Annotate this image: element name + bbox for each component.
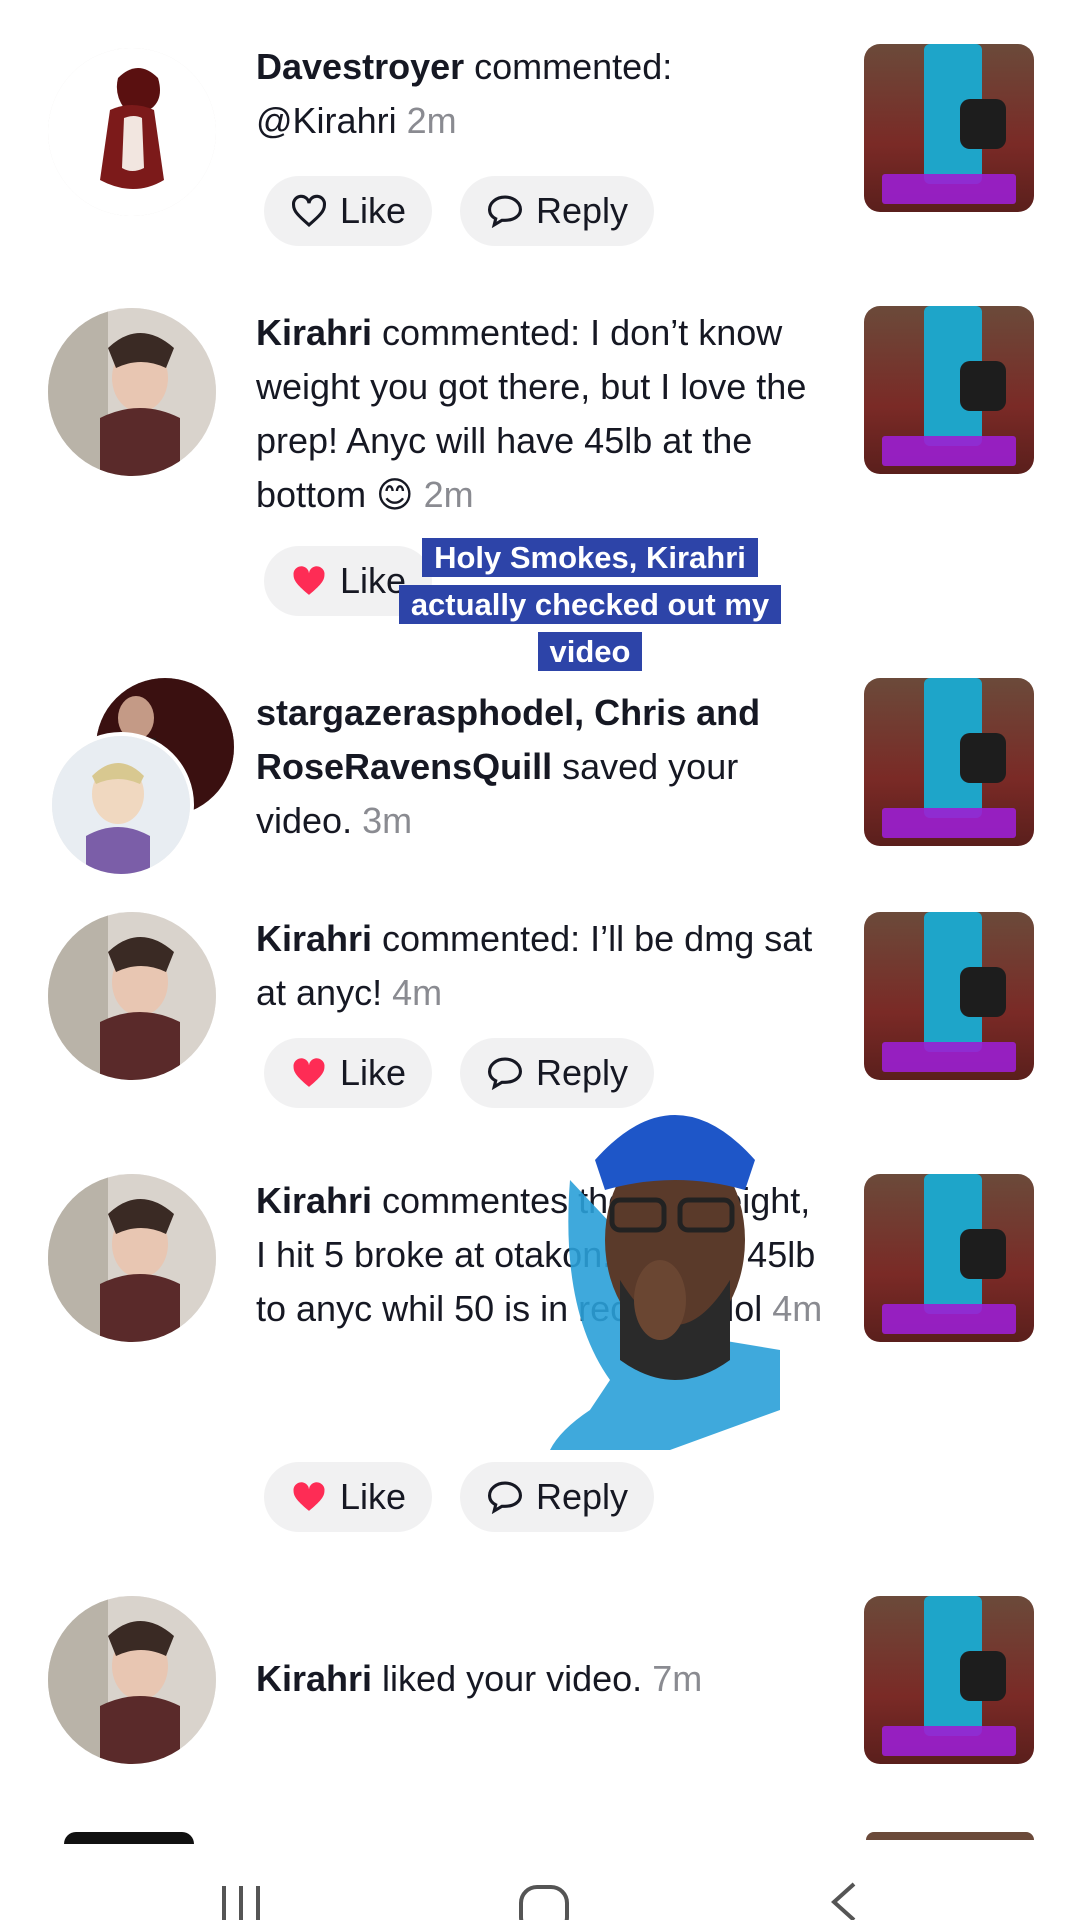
timestamp: 2m: [406, 100, 457, 141]
video-thumbnail[interactable]: [864, 44, 1034, 212]
avatar[interactable]: [48, 1174, 216, 1342]
video-thumbnail[interactable]: [864, 306, 1034, 474]
thumbnail-caption: [882, 436, 1016, 466]
notification-text: stargazerasphodel, Chris and RoseRavensQ…: [256, 686, 826, 848]
reply-label: Reply: [536, 190, 629, 231]
video-thumbnail[interactable]: [864, 1596, 1034, 1764]
notification-text: Kirahri liked your video. 7m: [256, 1652, 826, 1706]
like-label: Like: [340, 1052, 407, 1093]
heart-icon: [293, 1482, 325, 1511]
home-icon[interactable]: [518, 1884, 570, 1920]
overlay-caption: Holy Smokes, Kirahri actually checked ou…: [390, 534, 790, 675]
video-thumbnail-partial: [866, 1832, 1034, 1840]
avatar[interactable]: [48, 48, 216, 216]
comment-text: @Kirahri: [256, 100, 397, 141]
username[interactable]: Kirahri: [256, 1658, 372, 1699]
timestamp: 2m: [423, 474, 474, 515]
like-button[interactable]: Like: [264, 1038, 433, 1108]
avatar[interactable]: [48, 732, 194, 878]
thumbnail-kettlebell: [960, 967, 1006, 1017]
timestamp: 3m: [362, 800, 413, 841]
user-avatar-photo: [48, 308, 216, 476]
avatar[interactable]: [48, 1596, 216, 1764]
user-avatar-photo: [48, 912, 216, 1080]
speech-bubble-icon: [487, 195, 523, 228]
user-avatar-photo: [48, 1174, 216, 1342]
thumbnail-kettlebell: [960, 733, 1006, 783]
username[interactable]: Kirahri: [256, 312, 372, 353]
avatar[interactable]: [48, 308, 216, 476]
creator-overlay: [550, 1115, 780, 1450]
notification-action: commented:: [372, 312, 591, 353]
thumbnail-caption: [882, 808, 1016, 838]
heart-icon: [291, 194, 327, 227]
username[interactable]: Kirahri: [256, 1180, 372, 1221]
like-button[interactable]: Like: [264, 1462, 433, 1532]
speech-bubble-icon: [487, 1057, 523, 1090]
username[interactable]: Kirahri: [256, 918, 372, 959]
user-avatar-photo: [48, 1596, 216, 1764]
reply-button[interactable]: Reply: [460, 176, 655, 246]
video-thumbnail[interactable]: [864, 678, 1034, 846]
thumbnail-kettlebell: [960, 1229, 1006, 1279]
back-icon[interactable]: [826, 1880, 860, 1920]
notification-action: commented:: [464, 46, 673, 87]
reply-label: Reply: [536, 1476, 629, 1517]
speech-bubble-icon: [487, 1481, 523, 1514]
avatar[interactable]: [48, 912, 216, 1080]
overlay-caption-text: Holy Smokes, Kirahri actually checked ou…: [398, 538, 782, 671]
recent-apps-icon[interactable]: [216, 1886, 266, 1920]
video-thumbnail[interactable]: [864, 1174, 1034, 1342]
timestamp: 4m: [392, 972, 443, 1013]
video-thumbnail[interactable]: [864, 912, 1034, 1080]
notification-action: commente: [372, 1180, 551, 1221]
like-button[interactable]: Like: [264, 176, 433, 246]
notification-action: liked your video.: [372, 1658, 643, 1699]
thumbnail-caption: [882, 1042, 1016, 1072]
thumbnail-caption: [882, 1304, 1016, 1334]
thumbnail-kettlebell: [960, 361, 1006, 411]
heart-icon: [293, 566, 325, 595]
like-label: Like: [340, 190, 407, 231]
thumbnail-caption: [882, 174, 1016, 204]
heart-icon: [293, 1058, 325, 1087]
notification-text: Kirahri commented: I’ll be dmg sat at an…: [256, 912, 826, 1020]
reply-button[interactable]: Reply: [460, 1462, 655, 1532]
timestamp: 7m: [652, 1658, 703, 1699]
notification-text: Davestroyer commented: @Kirahri 2m: [256, 40, 826, 148]
username[interactable]: Davestroyer: [256, 46, 464, 87]
user-avatar-illustration: [48, 48, 216, 216]
user-avatar-illustration: [52, 736, 190, 874]
system-navigation-bar: [0, 1840, 1080, 1920]
thumbnail-kettlebell: [960, 1651, 1006, 1701]
thumbnail-kettlebell: [960, 99, 1006, 149]
notification-action: commented:: [372, 918, 591, 959]
like-label: Like: [340, 1476, 407, 1517]
notification-text: Kirahri commented: I don’t know weight y…: [256, 306, 826, 522]
thumbnail-caption: [882, 1726, 1016, 1756]
